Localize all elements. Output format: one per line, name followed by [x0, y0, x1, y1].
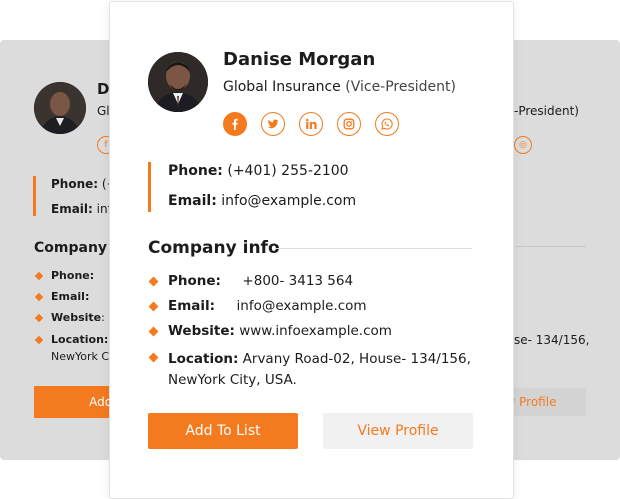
- facebook-icon[interactable]: [223, 112, 247, 136]
- contact-accent-bar: [148, 162, 151, 212]
- contact-phone-value: (+401) 255-2100: [227, 163, 349, 179]
- background-company: Gl: [97, 104, 110, 118]
- view-profile-button[interactable]: View Profile: [323, 413, 473, 449]
- twitter-icon[interactable]: [261, 112, 285, 136]
- section-divider: [276, 248, 472, 249]
- company-name: Global Insurance: [223, 79, 341, 95]
- profile-card: Danise Morgan Global Insurance (Vice-Pre…: [109, 1, 514, 499]
- background-whatsapp-icon: ◎: [514, 136, 532, 154]
- website-link[interactable]: www.infoexample.com: [239, 323, 392, 339]
- profile-name: Danise Morgan: [223, 49, 376, 70]
- avatar: [148, 52, 208, 112]
- background-section-title: Company i: [34, 240, 117, 256]
- info-phone: Phone: +800- 3413 564: [168, 273, 354, 289]
- background-info-website: Website: w: [51, 311, 117, 324]
- background-name: D: [97, 80, 110, 98]
- bullet-diamond: [148, 276, 159, 287]
- profile-company: Global Insurance (Vice-President): [223, 79, 456, 95]
- bullet-diamond: [148, 301, 159, 312]
- contact-email: Email: info@example.com: [168, 193, 356, 209]
- section-title-company-info: Company info: [148, 238, 280, 258]
- background-info-location-right: se- 134/156,: [514, 333, 590, 347]
- instagram-icon[interactable]: [337, 112, 361, 136]
- background-phone: Phone: (+: [51, 177, 117, 191]
- background-info-email: Email: i: [51, 290, 113, 303]
- contact-phone-label: Phone:: [168, 163, 223, 179]
- info-email: Email: info@example.com: [168, 298, 367, 314]
- social-links: [223, 112, 399, 136]
- background-contact-bar: [33, 176, 36, 216]
- background-divider: [516, 246, 586, 247]
- info-website: Website: www.infoexample.com: [168, 323, 392, 339]
- contact-email-value: info@example.com: [221, 193, 357, 209]
- bullet-diamond: [148, 326, 159, 337]
- background-avatar: [34, 82, 86, 134]
- info-location: Location: Arvany Road-02, House- 134/156…: [168, 351, 471, 388]
- whatsapp-icon[interactable]: [375, 112, 399, 136]
- background-info-location-line2: NewYork C: [51, 350, 110, 363]
- contact-phone: Phone: (+401) 255-2100: [168, 163, 349, 179]
- linkedin-icon[interactable]: [299, 112, 323, 136]
- job-role: (Vice-President): [345, 79, 456, 95]
- background-info-phone: Phone: +: [51, 269, 117, 282]
- bullet-diamond: [148, 352, 159, 363]
- contact-email-label: Email:: [168, 193, 217, 209]
- background-role: -President): [514, 104, 579, 118]
- add-to-list-button[interactable]: Add To List: [148, 413, 298, 449]
